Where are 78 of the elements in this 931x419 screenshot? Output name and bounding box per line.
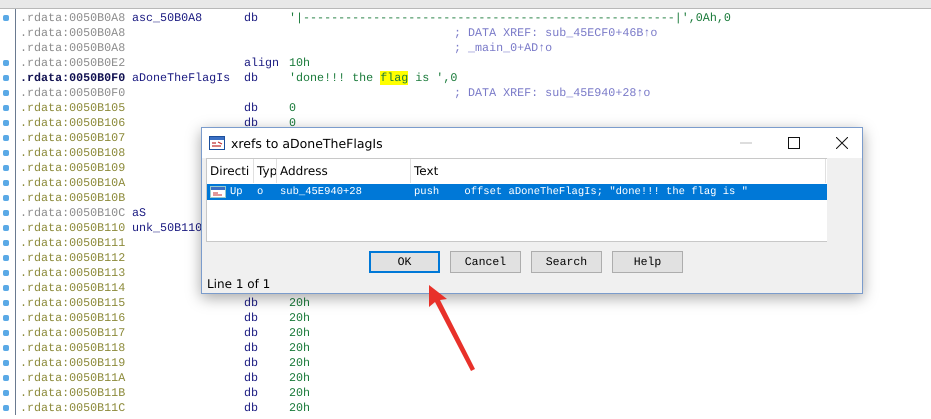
line-mnemonic: db (244, 296, 258, 310)
xref-row[interactable]: Up o sub_45E940+28 push offset aDoneTheFlagIs; "done!!! the flag is " (207, 184, 827, 200)
line-mnemonic: db (244, 400, 258, 414)
line-address: .rdata:0050B0A8 (19, 26, 126, 40)
status-text: Line 1 of 1 (206, 276, 272, 291)
dialog-button[interactable]: Cancel (450, 251, 521, 273)
close-icon[interactable] (836, 137, 848, 149)
line-operand: 20h (289, 340, 310, 354)
line-address: .rdata:0050B11A (19, 370, 126, 384)
line-address: .rdata:0050B106 (19, 116, 126, 130)
dialog-button[interactable]: Help (612, 251, 683, 273)
line-address: .rdata:0050B113 (19, 266, 126, 280)
line-address: .rdata:0050B0F0 (19, 70, 126, 84)
dialog-title: xrefs to aDoneTheFlagIs (231, 136, 383, 150)
line-address: .rdata:0050B11C (19, 400, 126, 414)
line-address: .rdata:0050B111 (19, 236, 126, 250)
line-mnemonic: db (244, 70, 258, 84)
line-mnemonic: db (244, 370, 258, 384)
address-cell-text: sub_45E940+28 (279, 186, 363, 198)
line-address: .rdata:0050B116 (19, 310, 126, 324)
line-address: .rdata:0050B0A8 (19, 40, 126, 54)
line-address: .rdata:0050B109 (19, 160, 126, 174)
line-operand: 20h (289, 386, 310, 400)
line-comment: ; DATA XREF: sub_45E940+28↑o (454, 86, 650, 100)
line-mnemonic: align (244, 56, 280, 70)
line-mnemonic: db (244, 356, 258, 370)
line-operand: 10h (289, 56, 310, 70)
line-mnemonic: db (244, 340, 258, 354)
line-operand: 'done!!! the flag is ',0 (289, 70, 458, 84)
type-cell-text: o (256, 186, 264, 198)
line-address: .rdata:0050B107 (19, 130, 126, 144)
line-address: .rdata:0050B114 (19, 280, 126, 294)
line-operand: 20h (289, 356, 310, 370)
line-address: .rdata:0050B110 (19, 220, 126, 234)
line-operand: '|-----------------------------------------------------|',0Ah,0 (289, 10, 731, 24)
line-operand: 20h (289, 296, 310, 310)
line-mnemonic: db (244, 386, 258, 400)
line-address: .rdata:0050B10C (19, 206, 126, 220)
line-operand: 20h (289, 400, 310, 414)
line-mnemonic: db (244, 326, 258, 340)
line-address: .rdata:0050B105 (19, 100, 126, 114)
line-address: .rdata:0050B112 (19, 250, 126, 264)
xref-icon (210, 186, 226, 198)
line-comment: ; _main_0+AD↑o (454, 40, 552, 54)
column-header[interactable]: Address (277, 159, 411, 183)
line-address: .rdata:0050B11B (19, 386, 126, 400)
line-comment: ; DATA XREF: sub_45ECF0+46B↑o (454, 26, 658, 40)
line-address: .rdata:0050B117 (19, 326, 126, 340)
line-label: asc_50B0A8 (132, 10, 202, 24)
line-address: .rdata:0050B108 (19, 146, 126, 160)
column-header[interactable]: Directi (207, 159, 254, 183)
text-cell-text: push offset aDoneTheFlagIs; "done!!! the flag is " (413, 186, 749, 198)
line-label: aDoneTheFlagIs (132, 70, 230, 84)
line-operand: 20h (289, 326, 310, 340)
line-operand: 0 (289, 100, 296, 114)
line-operand: 20h (289, 370, 310, 384)
line-address: .rdata:0050B115 (19, 296, 126, 310)
dialog-button[interactable]: OK (369, 251, 440, 273)
line-address: .rdata:0050B118 (19, 340, 126, 354)
line-address: .rdata:0050B0A8 (19, 10, 126, 24)
line-operand: 0 (289, 116, 296, 130)
line-mnemonic: db (244, 100, 258, 114)
line-label: aS (132, 206, 146, 220)
direction-cell: Up (230, 186, 243, 198)
column-header[interactable]: Text (411, 159, 826, 183)
line-mnemonic: db (244, 10, 258, 24)
line-address: .rdata:0050B0F0 (19, 86, 126, 100)
line-address: .rdata:0050B119 (19, 356, 126, 370)
line-address: .rdata:0050B10B (19, 190, 126, 204)
line-mnemonic: db (244, 116, 258, 130)
dialog-button[interactable]: Search (531, 251, 602, 273)
line-operand: 20h (289, 310, 310, 324)
line-address: .rdata:0050B10A (19, 176, 126, 190)
maximize-icon[interactable] (788, 137, 800, 149)
line-mnemonic: db (244, 310, 258, 324)
app-icon (209, 136, 225, 150)
line-label: unk_50B110 (132, 220, 202, 234)
line-address: .rdata:0050B0E2 (19, 56, 126, 70)
